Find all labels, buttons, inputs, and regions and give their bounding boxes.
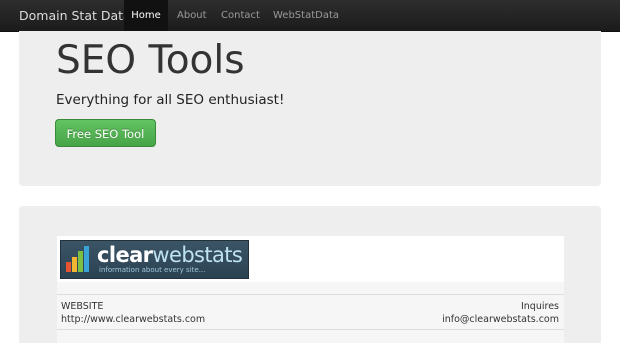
hero-unit: SEO Tools Everything for all SEO enthusi…: [19, 31, 601, 186]
banner-row: clearwebstats information about every si…: [57, 236, 564, 282]
logo-word-clear: clear: [97, 243, 153, 267]
nav-item-webstatdata[interactable]: WebStatData: [273, 0, 339, 31]
divider: [57, 329, 564, 330]
website-label: WEBSITE: [61, 301, 104, 312]
hero-title: SEO Tools: [56, 38, 245, 83]
nav-item-contact[interactable]: Contact: [221, 0, 260, 31]
nav-item-home[interactable]: Home: [124, 0, 168, 31]
clearwebstats-logo[interactable]: clearwebstats information about every si…: [60, 240, 249, 279]
website-url[interactable]: http://www.clearwebstats.com: [61, 313, 205, 326]
listing-panel: clearwebstats information about every si…: [19, 206, 601, 343]
hero-subtitle: Everything for all SEO enthusiast!: [56, 92, 285, 108]
top-navbar: Domain Stat Data Home About Contact WebS…: [0, 0, 620, 32]
nav-item-about[interactable]: About: [177, 0, 207, 31]
brand-link[interactable]: Domain Stat Data: [19, 0, 131, 31]
site-listing-card: clearwebstats information about every si…: [57, 236, 564, 343]
logo-tagline: information about every site...: [99, 266, 206, 274]
inquires-label: Inquires: [520, 301, 559, 312]
logo-word-webstats: webstats: [152, 243, 243, 267]
inquires-email[interactable]: info@clearwebstats.com: [442, 313, 559, 326]
free-seo-tool-button[interactable]: Free SEO Tool: [55, 119, 156, 147]
divider: [57, 294, 564, 295]
logo-wordmark: clearwebstats: [97, 243, 243, 267]
bar-chart-icon: [66, 246, 89, 272]
